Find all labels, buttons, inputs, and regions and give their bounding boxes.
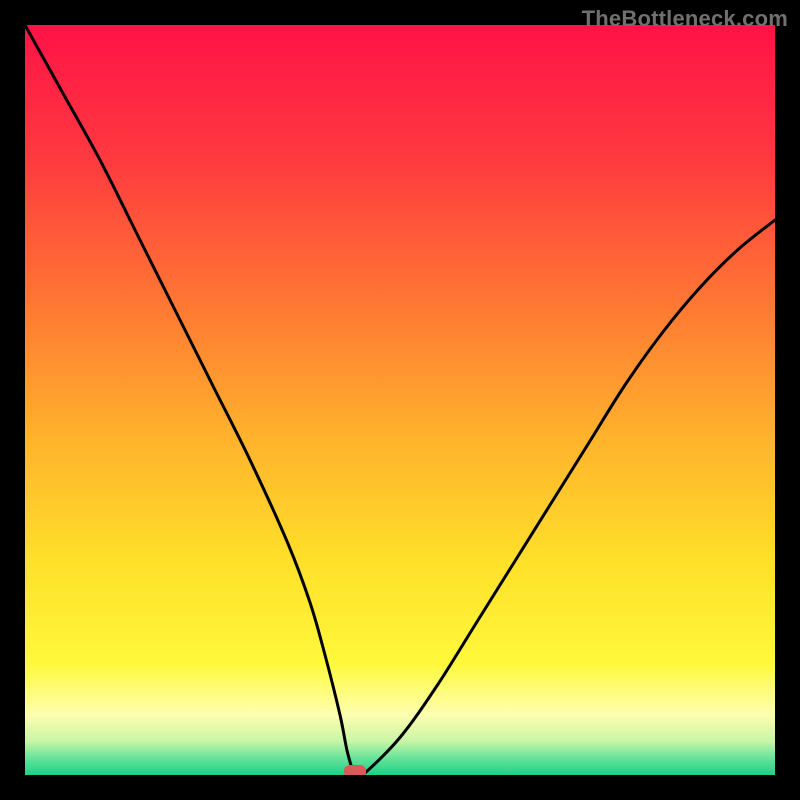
chart-frame: TheBottleneck.com: [0, 0, 800, 800]
gradient-background: [25, 25, 775, 775]
watermark-text: TheBottleneck.com: [582, 6, 788, 32]
minimum-marker: [344, 765, 366, 775]
bottleneck-chart: [25, 25, 775, 775]
